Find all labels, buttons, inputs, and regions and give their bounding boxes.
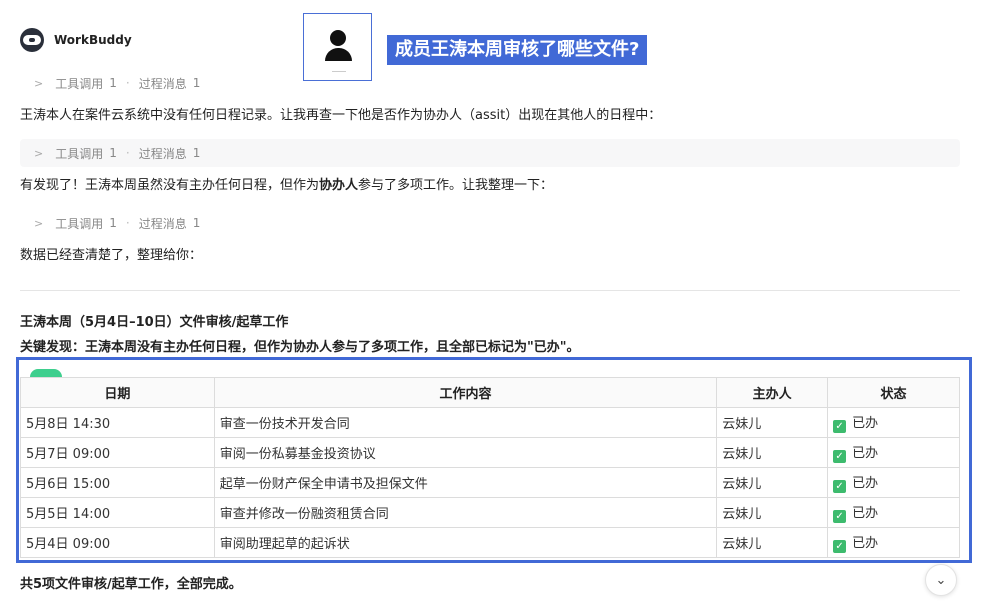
table-row: 5月8日 14:30 审查一份技术开发合同 云妹儿 ✓ 已办 — [20, 407, 960, 438]
cell-content: 审查一份技术开发合同 — [213, 407, 718, 438]
cell-status: ✓ 已办 — [827, 467, 960, 498]
cell-host: 云妹儿 — [716, 497, 829, 528]
separator-dot: · — [125, 146, 130, 160]
checkbox-checked-icon: ✓ — [833, 540, 847, 553]
status-text: 已办 — [852, 536, 879, 551]
header-date[interactable]: 日期 — [20, 377, 215, 408]
process-message-count: 1 — [192, 146, 201, 160]
cell-status: ✓ 已办 — [827, 527, 960, 558]
cell-content: 起草一份财产保全申请书及担保文件 — [213, 467, 718, 498]
tool-call-label: 工具调用 — [55, 146, 104, 161]
process-message-label: 过程消息 — [138, 146, 187, 161]
tool-call-label: 工具调用 — [55, 216, 104, 231]
tool-call-label: 工具调用 — [55, 76, 104, 91]
app-name: WorkBuddy — [54, 33, 132, 47]
checkbox-checked-icon: ✓ — [833, 450, 847, 463]
tool-call-count: 1 — [109, 76, 117, 90]
message-text: 有发现了！王涛本周虽然没有主办任何日程，但作为 — [20, 178, 320, 193]
tool-call-toggle[interactable]: > 工具调用 1 · 过程消息 1 — [20, 209, 960, 237]
cell-status: ✓ 已办 — [827, 407, 960, 438]
divider — [20, 290, 960, 291]
cell-host: 云妹儿 — [716, 437, 829, 468]
assistant-message: 数据已经查清楚了，整理给你： — [20, 248, 203, 263]
cell-status: ✓ 已办 — [827, 497, 960, 528]
cell-status: ✓ 已办 — [827, 437, 960, 468]
process-message-count: 1 — [192, 76, 201, 90]
status-text: 已办 — [852, 416, 879, 431]
app-header: WorkBuddy — [20, 28, 132, 52]
checkbox-checked-icon: ✓ — [833, 420, 847, 433]
header-host[interactable]: 主办人 — [716, 377, 829, 408]
tool-call-count: 1 — [109, 146, 117, 160]
cell-host: 云妹儿 — [716, 467, 829, 498]
table-row: 5月7日 09:00 审阅一份私募基金投资协议 云妹儿 ✓ 已办 — [20, 437, 960, 468]
person-icon-body — [325, 48, 352, 61]
checkbox-checked-icon: ✓ — [833, 510, 847, 523]
cell-content: 审查并修改一份融资租赁合同 — [213, 497, 718, 528]
message-text: 参与了多项工作。让我整理一下： — [358, 178, 554, 193]
process-message-label: 过程消息 — [138, 76, 187, 91]
table-row: 5月5日 14:00 审查并修改一份融资租赁合同 云妹儿 ✓ 已办 — [20, 497, 960, 528]
status-text: 已办 — [852, 446, 879, 461]
assistant-message: 王涛本人在案件云系统中没有任何日程记录。让我再查一下他是否作为协办人（assit… — [20, 108, 662, 123]
workbuddy-logo-icon — [20, 28, 44, 52]
header-status[interactable]: 状态 — [827, 377, 960, 408]
chevron-right-icon: > — [34, 76, 44, 90]
chevron-down-icon: ⌄ — [935, 572, 947, 588]
scroll-to-bottom-button[interactable]: ⌄ — [925, 564, 957, 596]
cell-content: 审阅助理起草的起诉状 — [213, 527, 718, 558]
table-header-row: 日期 工作内容 主办人 状态 — [20, 377, 960, 408]
assistant-message: 有发现了！王涛本周虽然没有主办任何日程，但作为协办人参与了多项工作。让我整理一下… — [20, 174, 553, 193]
separator-dot: · — [125, 216, 130, 230]
user-question: 成员王涛本周审核了哪些文件? — [387, 35, 648, 65]
header-content[interactable]: 工作内容 — [213, 377, 718, 408]
chevron-right-icon: > — [34, 146, 44, 160]
cell-host: 云妹儿 — [716, 527, 829, 558]
separator-dot: · — [125, 76, 130, 90]
report-summary: 共5项文件审核/起草工作，全部完成。 — [20, 577, 242, 592]
status-text: 已办 — [852, 476, 879, 491]
cell-host: 云妹儿 — [716, 407, 829, 438]
table-row: 5月4日 09:00 审阅助理起草的起诉状 云妹儿 ✓ 已办 — [20, 527, 960, 558]
process-message-label: 过程消息 — [138, 216, 187, 231]
cell-date: 5月4日 09:00 — [20, 527, 215, 558]
tool-call-toggle[interactable]: > 工具调用 1 · 过程消息 1 — [20, 139, 960, 167]
files-table: 日期 工作内容 主办人 状态 5月8日 14:30 审查一份技术开发合同 云妹儿… — [20, 377, 960, 558]
chevron-right-icon: > — [34, 216, 44, 230]
key-finding: 关键发现：王涛本周没有主办任何日程，但作为协办人参与了多项工作，且全部已标记为"… — [20, 340, 580, 355]
checkbox-checked-icon: ✓ — [833, 480, 847, 493]
cell-date: 5月5日 14:00 — [20, 497, 215, 528]
process-message-count: 1 — [192, 216, 201, 230]
tool-call-count: 1 — [109, 216, 117, 230]
report-title: 王涛本周（5月4日–10日）文件审核/起草工作 — [20, 315, 289, 330]
message-emphasis: 协办人 — [319, 178, 359, 193]
status-text: 已办 — [852, 506, 879, 521]
cell-content: 审阅一份私募基金投资协议 — [213, 437, 718, 468]
cell-date: 5月6日 15:00 — [20, 467, 215, 498]
tool-call-toggle[interactable]: > 工具调用 1 · 过程消息 1 — [20, 69, 960, 97]
table-row: 5月6日 15:00 起草一份财产保全申请书及担保文件 云妹儿 ✓ 已办 — [20, 467, 960, 498]
person-icon — [330, 30, 346, 46]
cell-date: 5月8日 14:30 — [20, 407, 215, 438]
cell-date: 5月7日 09:00 — [20, 437, 215, 468]
